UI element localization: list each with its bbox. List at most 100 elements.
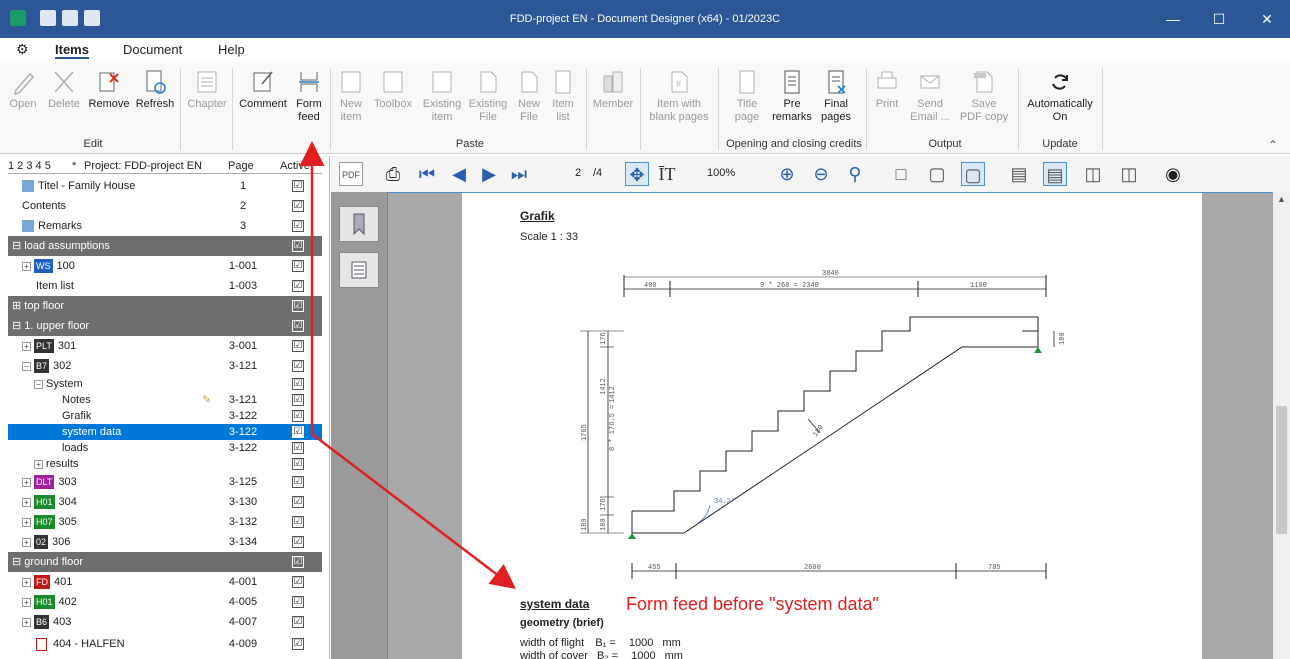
row-active-checkbox[interactable]: ☑ bbox=[292, 220, 304, 232]
maximize-button[interactable]: ☐ bbox=[1196, 0, 1242, 38]
expand-icon[interactable]: + bbox=[22, 497, 31, 507]
chapter-button[interactable]: Chapter bbox=[184, 66, 230, 132]
row-active-checkbox[interactable]: ☑ bbox=[292, 360, 304, 372]
tree-row[interactable]: Remarks 3 ☑ bbox=[8, 216, 322, 236]
next-page-icon[interactable]: ▶ bbox=[477, 162, 501, 186]
row-active-checkbox[interactable]: ☑ bbox=[292, 638, 304, 650]
row-active-checkbox[interactable]: ☑ bbox=[292, 458, 304, 470]
expand-icon[interactable]: + bbox=[34, 459, 43, 469]
row-active-checkbox[interactable]: ☑ bbox=[292, 616, 304, 628]
row-active-checkbox[interactable]: ☑ bbox=[292, 260, 304, 272]
expand-icon[interactable]: ⊞ bbox=[12, 300, 21, 312]
row-active-checkbox[interactable]: ☑ bbox=[292, 410, 304, 422]
quick-access-icon-1[interactable] bbox=[40, 10, 56, 26]
collapse-ribbon-icon[interactable]: ⌃ bbox=[1268, 138, 1278, 152]
pan-icon[interactable]: ✥ bbox=[625, 162, 649, 186]
tree-row-selected[interactable]: system data 3-122 ☑ bbox=[8, 424, 322, 440]
two-page-continuous-icon[interactable]: ◫ bbox=[1117, 162, 1141, 186]
tree-row[interactable]: Contents 2 ☑ bbox=[8, 196, 322, 216]
title-page-button[interactable]: Title page bbox=[724, 66, 770, 132]
fit-width-icon[interactable]: □ bbox=[889, 162, 913, 186]
quick-access-icon-2[interactable] bbox=[62, 10, 78, 26]
collapse-icon[interactable]: − bbox=[22, 361, 31, 371]
zoom-level[interactable]: 100% bbox=[707, 167, 735, 179]
pdf-icon[interactable]: PDF bbox=[339, 162, 363, 186]
comment-button[interactable]: Comment bbox=[236, 66, 290, 132]
zoom-out-icon[interactable]: ⊖ bbox=[809, 162, 833, 186]
settings-icon[interactable]: ⚙ bbox=[16, 41, 29, 58]
tree-star[interactable]: * bbox=[72, 158, 76, 174]
existing-file-button[interactable]: Existing File bbox=[466, 66, 510, 132]
remove-button[interactable]: Remove bbox=[86, 66, 132, 132]
page-current-field[interactable]: 2 bbox=[575, 167, 581, 179]
form-feed-button[interactable]: Form feed bbox=[292, 66, 326, 132]
tree-group-row[interactable]: ⊞ top floor ☑ bbox=[8, 296, 322, 316]
expand-icon[interactable]: + bbox=[22, 537, 31, 547]
row-active-checkbox[interactable]: ☑ bbox=[292, 596, 304, 608]
item-list-button[interactable]: Item list bbox=[548, 66, 578, 132]
tree-levels[interactable]: 1 2 3 4 5 bbox=[8, 158, 51, 174]
edit-pencil-icon[interactable]: ✎ bbox=[202, 392, 211, 408]
row-active-checkbox[interactable]: ☑ bbox=[292, 536, 304, 548]
row-active-checkbox[interactable]: ☑ bbox=[292, 280, 304, 292]
expand-icon[interactable]: + bbox=[22, 617, 31, 627]
tree-row[interactable]: + H01 402 4-005 ☑ bbox=[8, 592, 322, 612]
fit-page-icon[interactable]: ▢ bbox=[961, 162, 985, 186]
find-icon[interactable]: ◉ bbox=[1161, 162, 1185, 186]
expand-icon[interactable]: + bbox=[22, 577, 31, 587]
collapse-icon[interactable]: ⊟ bbox=[12, 556, 21, 568]
open-button[interactable]: Open bbox=[6, 66, 40, 132]
scroll-up-icon[interactable]: ▲ bbox=[1277, 194, 1286, 204]
tree-row[interactable]: + PLT 301 3-001 ☑ bbox=[8, 336, 322, 356]
tree-row[interactable]: + B6 403 4-007 ☑ bbox=[8, 612, 322, 632]
continuous-icon[interactable]: ▤ bbox=[1043, 162, 1067, 186]
new-file-button[interactable]: New File bbox=[512, 66, 546, 132]
minimize-button[interactable]: — bbox=[1150, 0, 1196, 38]
row-active-checkbox[interactable]: ☑ bbox=[292, 556, 304, 568]
vertical-scrollbar[interactable]: ▲ bbox=[1273, 192, 1290, 659]
row-active-checkbox[interactable]: ☑ bbox=[292, 240, 304, 252]
existing-item-button[interactable]: Existing item bbox=[420, 66, 464, 132]
tree-row[interactable]: +02 306 3-134 ☑ bbox=[8, 532, 322, 552]
send-email-button[interactable]: Send Email ... bbox=[908, 66, 952, 132]
collapse-icon[interactable]: ⊟ bbox=[12, 240, 21, 252]
row-active-checkbox[interactable]: ☑ bbox=[292, 576, 304, 588]
tree-group-row[interactable]: ⊟ 1. upper floor ☑ bbox=[8, 316, 322, 336]
save-icon[interactable] bbox=[84, 10, 100, 26]
tree-group-row[interactable]: ⊟ ground floor ☑ bbox=[8, 552, 322, 572]
tree-group-row[interactable]: ⊟ load assumptions ☑ bbox=[8, 236, 322, 256]
expand-icon[interactable]: + bbox=[22, 261, 31, 271]
single-page-icon[interactable]: ▤ bbox=[1007, 162, 1031, 186]
refresh-button[interactable]: Refresh bbox=[134, 66, 176, 132]
row-active-checkbox[interactable]: ☑ bbox=[292, 300, 304, 312]
new-item-button[interactable]: New item bbox=[334, 66, 368, 132]
close-button[interactable]: ✕ bbox=[1244, 0, 1290, 38]
expand-icon[interactable]: + bbox=[22, 517, 31, 527]
row-active-checkbox[interactable]: ☑ bbox=[292, 200, 304, 212]
tree-row[interactable]: + FD 401 4-001 ☑ bbox=[8, 572, 322, 592]
last-page-icon[interactable]: ⏭ bbox=[507, 162, 531, 186]
row-active-checkbox[interactable]: ☑ bbox=[292, 378, 304, 390]
prev-page-icon[interactable]: ◀ bbox=[447, 162, 471, 186]
tree-row[interactable]: Item list 1-003 ☑ bbox=[8, 276, 322, 296]
text-select-icon[interactable]: ĪT bbox=[655, 162, 679, 186]
zoom-area-icon[interactable]: ⚲ bbox=[843, 162, 867, 186]
expand-icon[interactable]: + bbox=[22, 597, 31, 607]
auto-update-button[interactable]: Automatically On bbox=[1022, 66, 1098, 132]
row-active-checkbox[interactable]: ☑ bbox=[292, 516, 304, 528]
tree-row[interactable]: Grafik 3-122 ☑ bbox=[8, 408, 322, 424]
row-active-checkbox[interactable]: ☑ bbox=[292, 340, 304, 352]
expand-icon[interactable]: + bbox=[22, 341, 31, 351]
document-view[interactable]: Grafik Scale 1 : 33 3840 400 9 * 260 = 2… bbox=[387, 192, 1273, 659]
menu-items[interactable]: Items bbox=[55, 42, 89, 59]
menu-help[interactable]: Help bbox=[218, 42, 245, 57]
collapse-icon[interactable]: − bbox=[34, 379, 43, 389]
tree-row[interactable]: Notes ✎ 3-121 ☑ bbox=[8, 392, 322, 408]
row-active-checkbox[interactable]: ☑ bbox=[292, 496, 304, 508]
zoom-in-icon[interactable]: ⊕ bbox=[775, 162, 799, 186]
tree-row[interactable]: + DLT 303 3-125 ☑ bbox=[8, 472, 322, 492]
first-page-icon[interactable]: ⏮ bbox=[415, 162, 439, 186]
final-pages-button[interactable]: Final pages bbox=[816, 66, 856, 132]
row-active-checkbox[interactable]: ☑ bbox=[292, 442, 304, 454]
tree-row[interactable]: loads 3-122 ☑ bbox=[8, 440, 322, 456]
